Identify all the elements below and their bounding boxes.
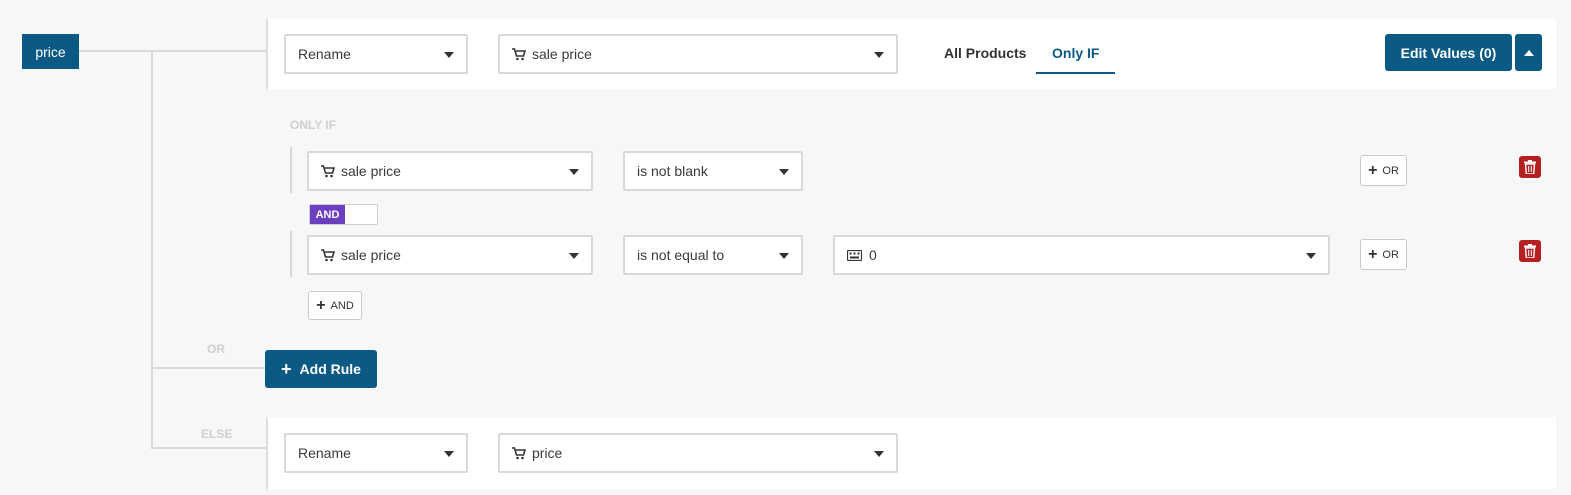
action-select[interactable]: Rename xyxy=(284,34,468,74)
connector-line xyxy=(151,447,267,449)
delete-condition-button[interactable] xyxy=(1519,240,1541,262)
add-or-label: OR xyxy=(1382,248,1399,261)
condition-field-select[interactable]: sale price xyxy=(307,235,593,275)
chevron-down-icon xyxy=(444,451,454,457)
condition-field-value: sale price xyxy=(341,163,401,179)
delete-condition-button[interactable] xyxy=(1519,156,1541,178)
condition-group-line xyxy=(290,231,292,277)
action-select-value: Rename xyxy=(298,46,351,62)
add-rule-button[interactable]: + Add Rule xyxy=(265,350,377,388)
add-or-label: OR xyxy=(1382,164,1399,177)
condition-value: 0 xyxy=(869,247,877,263)
cart-icon xyxy=(512,446,526,459)
chevron-down-icon xyxy=(1306,253,1316,259)
plus-icon: + xyxy=(281,359,292,379)
cart-icon xyxy=(321,164,335,177)
rule-panel: Rename sale price All Products Only IF E… xyxy=(266,19,1556,89)
and-or-toggle[interactable]: AND xyxy=(309,204,378,225)
chevron-down-icon xyxy=(779,169,789,175)
condition-field-select[interactable]: sale price xyxy=(307,151,593,191)
condition-operator-select[interactable]: is not blank xyxy=(623,151,803,191)
plus-icon: + xyxy=(1368,161,1378,179)
add-and-label: AND xyxy=(330,299,354,312)
trash-icon xyxy=(1524,160,1536,174)
collapse-button[interactable] xyxy=(1515,34,1542,71)
cart-icon xyxy=(321,248,335,261)
condition-operator-value: is not equal to xyxy=(637,247,725,263)
else-target-field-value: price xyxy=(532,445,563,461)
target-field-select[interactable]: sale price xyxy=(498,34,898,74)
tab-all-products[interactable]: All Products xyxy=(944,45,1026,61)
keyboard-icon xyxy=(847,249,862,261)
chevron-down-icon xyxy=(874,52,884,58)
else-target-field-select[interactable]: price xyxy=(498,433,898,473)
condition-group-line xyxy=(290,147,292,193)
condition-value-input[interactable]: 0 xyxy=(833,235,1330,275)
edit-values-button[interactable]: Edit Values (0) xyxy=(1385,34,1512,71)
and-toggle-label: AND xyxy=(310,205,345,224)
add-or-condition-button[interactable]: + OR xyxy=(1360,155,1407,186)
connector-line xyxy=(151,50,153,449)
chevron-down-icon xyxy=(569,169,579,175)
only-if-heading: ONLY IF xyxy=(290,118,337,132)
else-label: ELSE xyxy=(201,427,233,441)
chevron-down-icon xyxy=(569,253,579,259)
chevron-down-icon xyxy=(874,451,884,457)
trash-icon xyxy=(1524,244,1536,258)
target-field-value: sale price xyxy=(532,46,592,62)
connector-line xyxy=(79,50,269,52)
condition-operator-value: is not blank xyxy=(637,163,708,179)
tab-only-if[interactable]: Only IF xyxy=(1036,45,1116,74)
else-panel: Rename price xyxy=(266,417,1556,489)
chevron-down-icon xyxy=(779,253,789,259)
connector-line xyxy=(151,367,267,369)
add-and-condition-button[interactable]: + AND xyxy=(308,291,362,320)
or-label: OR xyxy=(207,342,225,356)
condition-operator-select[interactable]: is not equal to xyxy=(623,235,803,275)
field-node-price[interactable]: price xyxy=(22,34,79,69)
plus-icon: + xyxy=(1368,245,1378,263)
else-action-value: Rename xyxy=(298,445,351,461)
condition-field-value: sale price xyxy=(341,247,401,263)
chevron-up-icon xyxy=(1523,49,1534,56)
add-or-condition-button[interactable]: + OR xyxy=(1360,239,1407,270)
add-rule-label: Add Rule xyxy=(299,361,361,377)
cart-icon xyxy=(512,47,526,60)
else-action-select[interactable]: Rename xyxy=(284,433,468,473)
chevron-down-icon xyxy=(444,52,454,58)
plus-icon: + xyxy=(316,296,326,314)
